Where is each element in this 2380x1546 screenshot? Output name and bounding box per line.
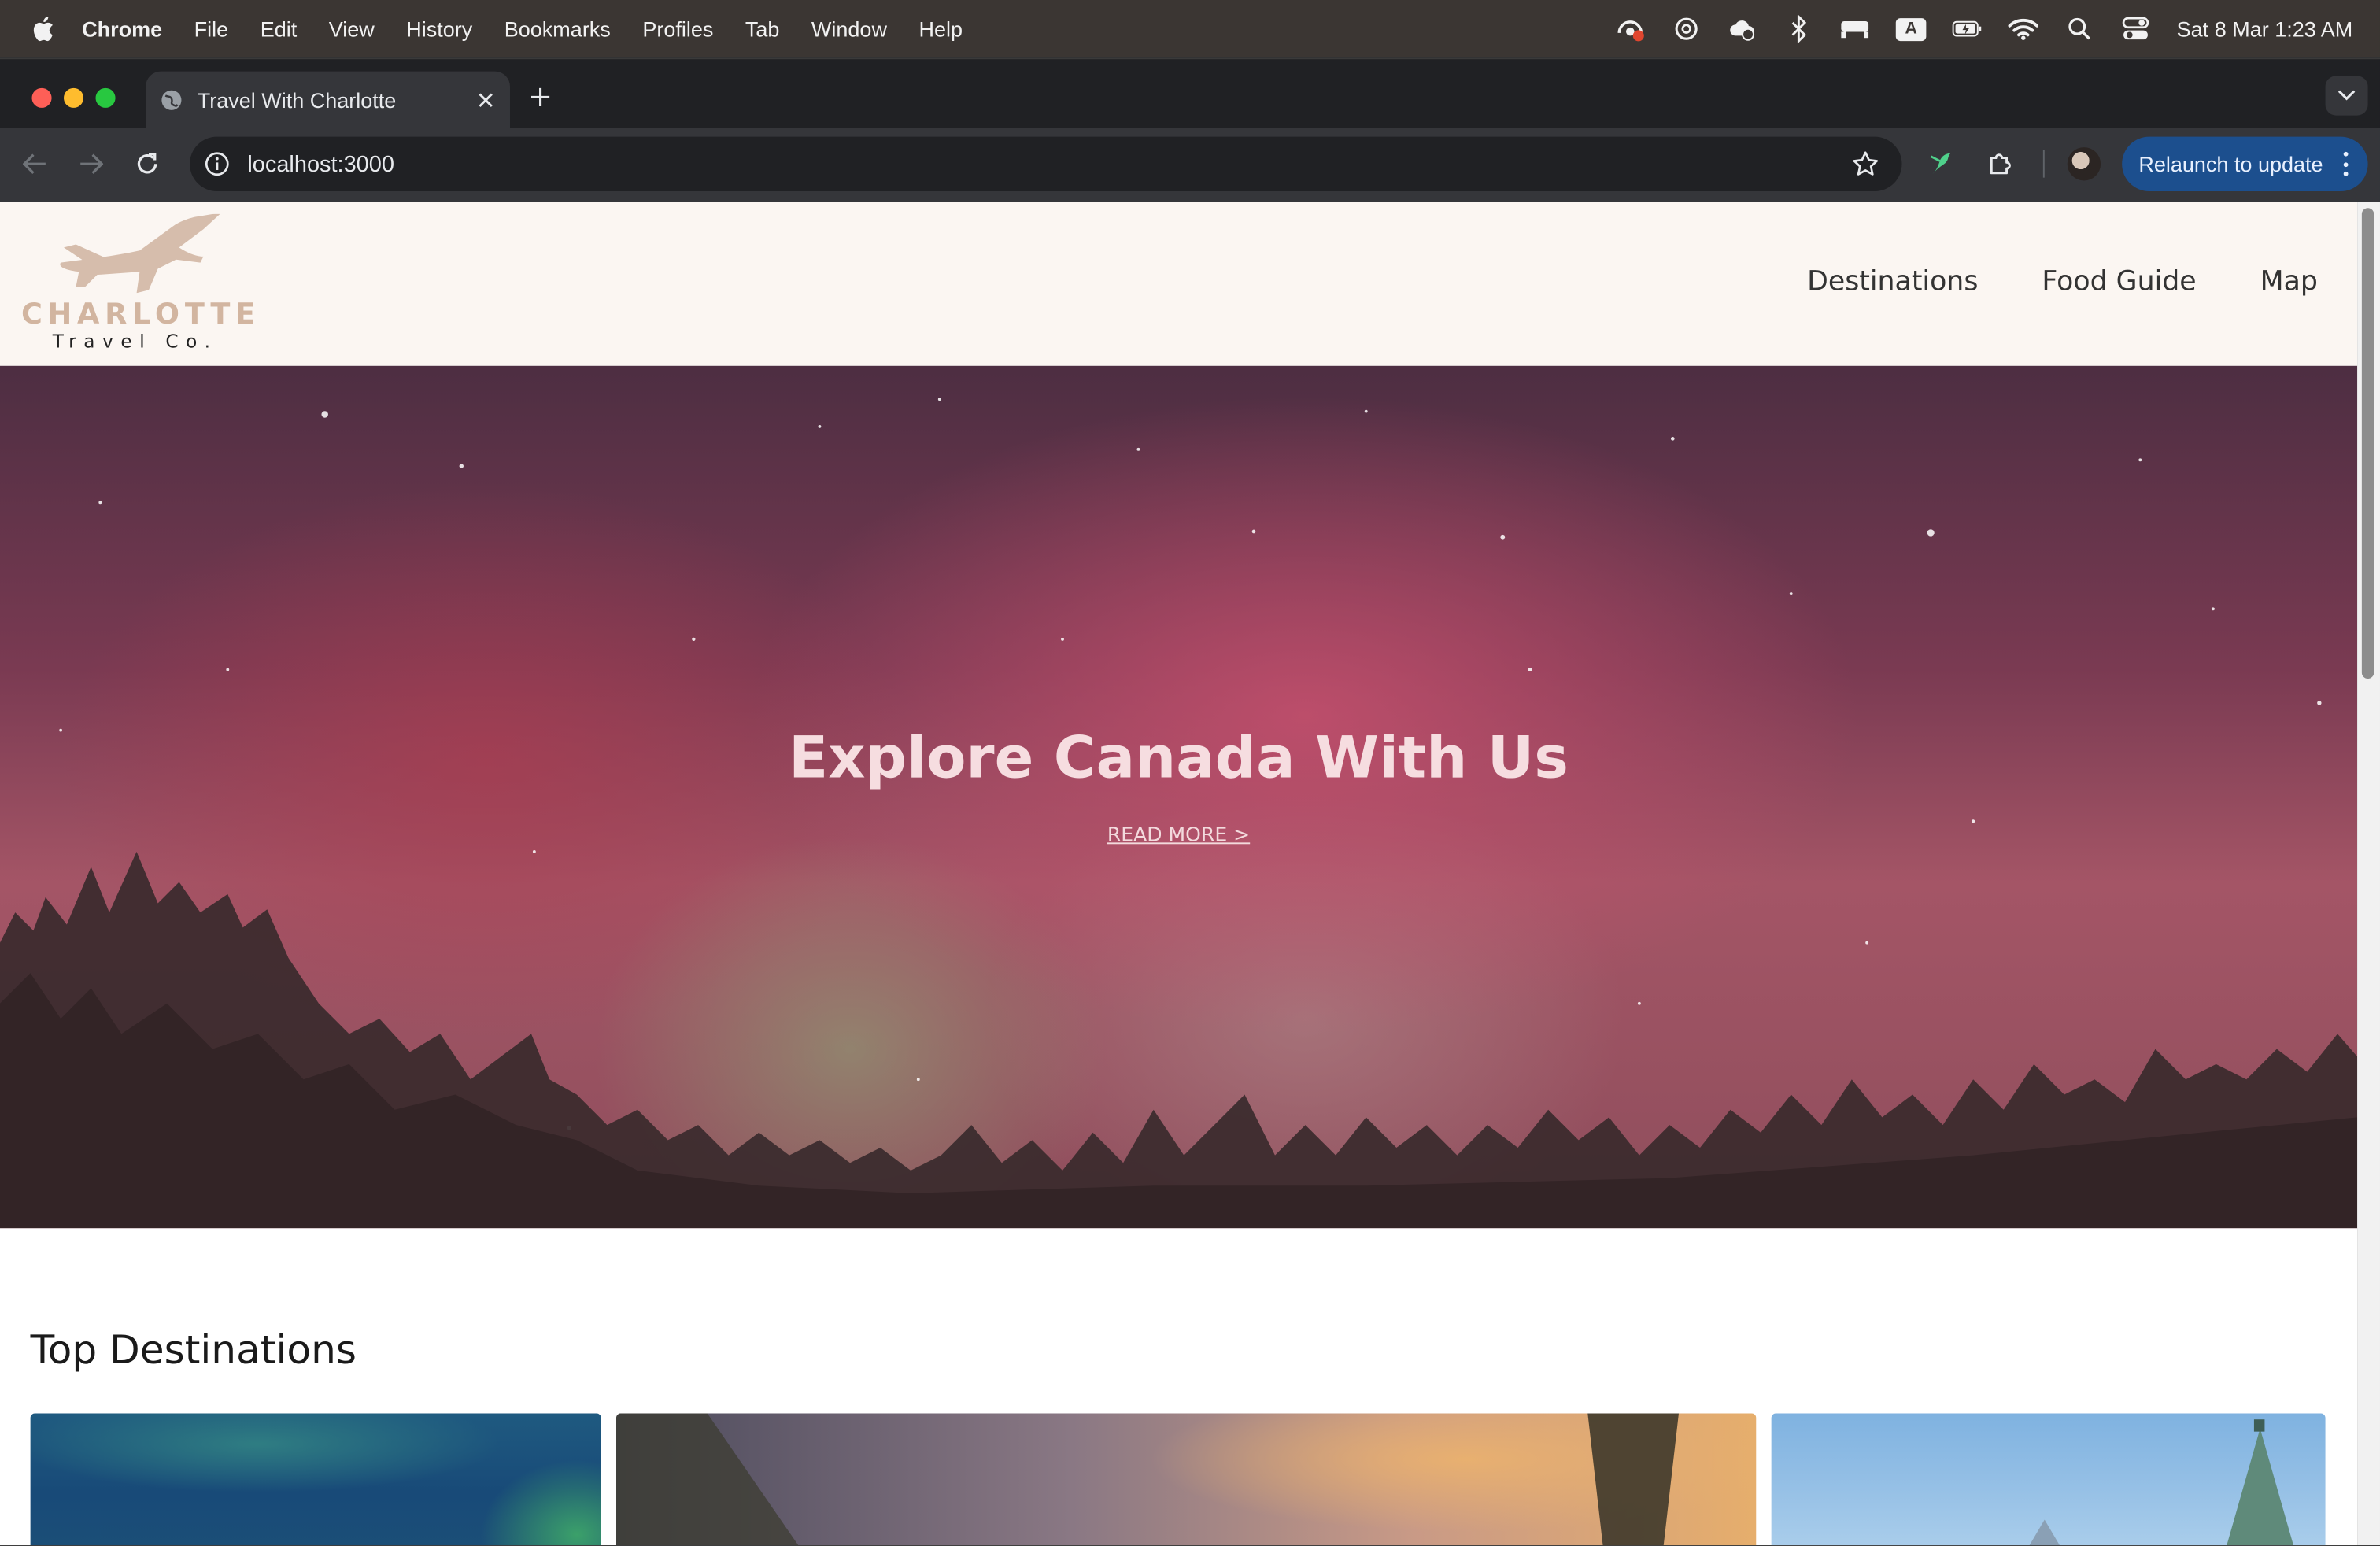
apple-menu-icon[interactable] — [31, 15, 55, 43]
profile-avatar[interactable] — [2067, 147, 2101, 181]
nav-food-guide[interactable]: Food Guide — [2042, 265, 2196, 297]
nav-destinations[interactable]: Destinations — [1807, 265, 1978, 297]
back-arrow-icon[interactable] — [20, 149, 50, 179]
menu-view[interactable]: View — [329, 17, 375, 41]
bed-icon[interactable] — [1840, 15, 1871, 43]
destination-card-northern-lights[interactable] — [30, 1413, 601, 1546]
top-destinations-heading: Top Destinations — [30, 1328, 357, 1374]
openai-icon[interactable] — [1671, 15, 1702, 43]
card-tree-silhouette — [615, 1413, 1679, 1546]
globe-icon — [159, 88, 183, 113]
menu-clock[interactable]: Sat 8 Mar 1:23 AM — [2177, 17, 2353, 41]
nav-map[interactable]: Map — [2260, 265, 2318, 297]
input-source-indicator[interactable]: A — [1895, 17, 1927, 41]
close-tab-icon[interactable] — [474, 88, 498, 113]
hero-title: Explore Canada With Us — [789, 723, 1569, 791]
forward-arrow-icon[interactable] — [76, 149, 106, 179]
relaunch-to-update-button[interactable]: Relaunch to update — [2122, 136, 2368, 191]
cloud-icon[interactable] — [1728, 15, 1758, 43]
destination-card-city-tower[interactable] — [1771, 1413, 2326, 1546]
airplane-logo-icon — [60, 213, 220, 294]
relaunch-label: Relaunch to update — [2138, 151, 2323, 176]
new-tab-icon[interactable] — [527, 83, 554, 111]
tab-title: Travel With Charlotte — [197, 87, 397, 113]
battery-icon[interactable] — [1952, 15, 1983, 43]
menu-profiles[interactable]: Profiles — [642, 17, 713, 41]
browser-chrome: Travel With Charlotte localhost:3000 Rel… — [0, 57, 2380, 202]
site-info-icon[interactable] — [203, 150, 231, 178]
tab-search-chevron-icon[interactable] — [2325, 76, 2368, 116]
destination-card-sunset-forest[interactable] — [615, 1413, 1757, 1546]
address-bar[interactable]: localhost:3000 — [190, 136, 1902, 191]
status-area: A Sat 8 Mar 1:23 AM — [1615, 0, 2352, 57]
read-more-link[interactable]: READ MORE > — [1107, 824, 1250, 847]
browser-toolbar: localhost:3000 Relaunch to update — [0, 127, 2380, 202]
menu-history[interactable]: History — [406, 17, 472, 41]
wifi-icon[interactable] — [2008, 15, 2039, 43]
menu-bookmarks[interactable]: Bookmarks — [504, 17, 611, 41]
window-controls — [31, 87, 116, 108]
scrollbar-thumb[interactable] — [2361, 208, 2374, 679]
tab-travel-with-charlotte[interactable]: Travel With Charlotte — [146, 71, 510, 129]
hero-banner: Explore Canada With Us READ MORE > — [0, 365, 2358, 1229]
control-center-icon[interactable] — [2120, 15, 2151, 43]
tab-strip: Travel With Charlotte — [0, 57, 2380, 129]
url-text[interactable]: localhost:3000 — [247, 151, 394, 177]
menu-help[interactable]: Help — [918, 17, 963, 41]
screen-record-icon[interactable] — [1615, 15, 1646, 43]
reload-icon[interactable] — [132, 149, 163, 179]
menu-window[interactable]: Window — [811, 17, 887, 41]
toolbar-divider — [2042, 150, 2045, 178]
menu-app-name[interactable]: Chrome — [82, 17, 162, 41]
close-window-button[interactable] — [31, 87, 52, 108]
hero-treeline-decoration — [0, 851, 2358, 1229]
card-tower-silhouette — [2029, 1419, 2294, 1546]
macos-menu-bar: Chrome File Edit View History Bookmarks … — [0, 0, 2380, 58]
logo-subtitle: Travel Co. — [52, 331, 218, 353]
extensions-puzzle-icon[interactable] — [1986, 149, 2016, 179]
site-logo[interactable]: CHARLOTTE Travel Co. — [20, 213, 261, 353]
kebab-menu-icon[interactable] — [2343, 151, 2350, 176]
minimize-window-button[interactable] — [63, 87, 84, 108]
menu-edit[interactable]: Edit — [261, 17, 298, 41]
site-nav: Destinations Food Guide Map — [1807, 265, 2318, 297]
bluetooth-icon[interactable] — [1783, 15, 1814, 43]
site-header: CHARLOTTE Travel Co. Destinations Food G… — [0, 202, 2358, 366]
spotlight-search-icon[interactable] — [2064, 15, 2095, 43]
hummingbird-extension-icon[interactable] — [1926, 149, 1957, 179]
menu-file[interactable]: File — [194, 17, 229, 41]
page-viewport: CHARLOTTE Travel Co. Destinations Food G… — [0, 202, 2358, 1546]
menu-tab[interactable]: Tab — [745, 17, 780, 41]
page-scrollbar[interactable] — [2357, 202, 2380, 1546]
zoom-window-button[interactable] — [95, 87, 116, 108]
bookmark-star-icon[interactable] — [1852, 150, 1879, 178]
logo-brand-text: CHARLOTTE — [20, 297, 261, 331]
